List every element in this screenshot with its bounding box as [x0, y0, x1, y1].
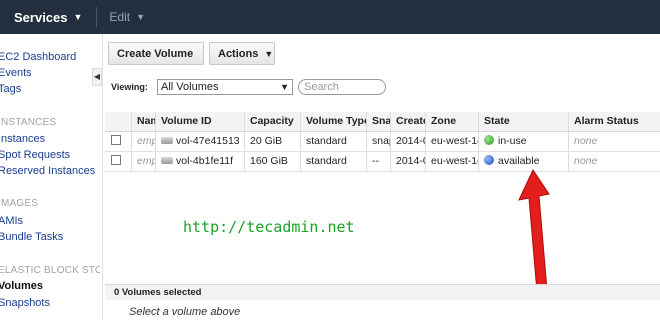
nav-divider — [96, 7, 98, 27]
header-snapshot[interactable]: Snapshot — [367, 112, 391, 131]
row-volume-id: vol-4b1fe11f — [156, 152, 245, 171]
row-alarm-status: none — [574, 155, 598, 167]
sidebar-item-amis[interactable]: AMIs — [0, 215, 23, 227]
selection-hint: Select a volume above — [129, 306, 241, 318]
sidebar-item-tags[interactable]: Tags — [0, 83, 21, 95]
header-volume-id[interactable]: Volume ID — [156, 112, 245, 131]
row-volume-type: standard — [301, 152, 367, 171]
watermark-url: http://tecadmin.net — [183, 218, 355, 236]
volume-id-text: vol-47e41513 — [176, 135, 240, 147]
row-volume-type: standard — [301, 132, 367, 151]
row-state: in-use — [479, 132, 569, 151]
header-capacity[interactable]: Capacity — [245, 112, 301, 131]
header-select — [105, 112, 132, 131]
state-text: in-use — [498, 135, 527, 147]
services-menu[interactable]: Services ▼ — [0, 10, 82, 25]
create-volume-button[interactable]: Create Volume — [108, 42, 204, 65]
row-name: empty — [132, 132, 156, 151]
row-snapshot: -- — [367, 152, 391, 171]
collapse-sidebar-icon[interactable]: ◀ — [92, 68, 102, 86]
sidebar-item-spot-requests[interactable]: Spot Requests — [0, 149, 70, 161]
sidebar-item-events[interactable]: Events — [0, 67, 32, 79]
selection-status-bar: 0 Volumes selected — [105, 284, 660, 300]
sidebar-item-bundle-tasks[interactable]: Bundle Tasks — [0, 231, 63, 243]
search-placeholder: Search — [304, 81, 339, 93]
sidebar-item-snapshots[interactable]: Snapshots — [0, 297, 50, 309]
header-volume-type[interactable]: Volume Type — [301, 112, 367, 131]
sidebar: EC2 Dashboard Events Tags INSTANCES Inst… — [0, 34, 100, 320]
sidebar-item-reserved-instances[interactable]: Reserved Instances — [0, 165, 95, 177]
viewing-filter-value: All Volumes — [161, 81, 219, 93]
edit-menu[interactable]: Edit ▼ — [109, 10, 145, 24]
volume-icon — [161, 156, 173, 164]
state-available-icon — [484, 155, 494, 166]
sidebar-item-ec2-dashboard[interactable]: EC2 Dashboard — [0, 51, 76, 63]
table-header: Name Volume ID Capacity Volume Type Snap… — [105, 112, 660, 132]
row-volume-id: vol-47e41513 — [156, 132, 245, 151]
volume-icon — [161, 136, 173, 144]
row-created: 2014-0 — [391, 132, 426, 151]
row-zone: eu-west-1c — [426, 132, 479, 151]
row-name: empty — [132, 152, 156, 171]
header-alarm-status[interactable]: Alarm Status — [569, 112, 660, 131]
state-in-use-icon — [484, 135, 494, 146]
search-input[interactable]: Search — [298, 79, 386, 95]
row-capacity: 20 GiB — [245, 132, 301, 151]
viewing-label: Viewing: — [111, 82, 148, 92]
header-zone[interactable]: Zone — [426, 112, 479, 131]
row-capacity: 160 GiB — [245, 152, 301, 171]
main-panel: Create Volume Actions ▼ Viewing: All Vol… — [102, 34, 660, 320]
chevron-down-icon: ▼ — [73, 12, 83, 22]
table-row[interactable]: empty vol-47e41513 20 GiB standard snap … — [105, 132, 660, 152]
header-state[interactable]: State — [479, 112, 569, 131]
row-checkbox[interactable] — [105, 132, 132, 151]
table-row[interactable]: empty vol-4b1fe11f 160 GiB standard -- 2… — [105, 152, 660, 172]
sidebar-item-volumes[interactable]: Volumes — [0, 280, 43, 292]
red-arrow-annotation-icon — [518, 168, 550, 293]
volume-id-text: vol-4b1fe11f — [176, 155, 234, 167]
header-name[interactable]: Name — [132, 112, 156, 131]
row-alarm-status: none — [574, 135, 598, 147]
services-label: Services — [14, 9, 68, 25]
actions-label: Actions — [218, 47, 259, 60]
create-volume-label: Create Volume — [117, 47, 194, 60]
edit-label: Edit — [109, 10, 131, 24]
chevron-down-icon: ▼ — [280, 82, 289, 92]
sidebar-section-ebs: ELASTIC BLOCK STORE — [0, 265, 100, 276]
row-zone: eu-west-1c — [426, 152, 479, 171]
selected-count: 0 Volumes selected — [114, 287, 202, 298]
header-created[interactable]: Created — [391, 112, 426, 131]
row-created: 2014-0 — [391, 152, 426, 171]
state-text: available — [498, 155, 540, 167]
sidebar-item-instances[interactable]: Instances — [0, 133, 45, 145]
viewing-filter-select[interactable]: All Volumes ▼ — [157, 79, 293, 95]
checkbox[interactable] — [111, 135, 121, 146]
sidebar-section-instances: INSTANCES — [0, 117, 57, 128]
row-snapshot: snap — [367, 132, 391, 151]
top-nav: Services ▼ Edit ▼ — [0, 0, 660, 34]
checkbox[interactable] — [111, 155, 121, 166]
actions-button[interactable]: Actions ▼ — [209, 42, 275, 65]
chevron-down-icon: ▼ — [136, 12, 146, 22]
sidebar-section-images: IMAGES — [0, 198, 39, 209]
chevron-down-icon: ▼ — [264, 48, 274, 59]
row-checkbox[interactable] — [105, 152, 132, 171]
